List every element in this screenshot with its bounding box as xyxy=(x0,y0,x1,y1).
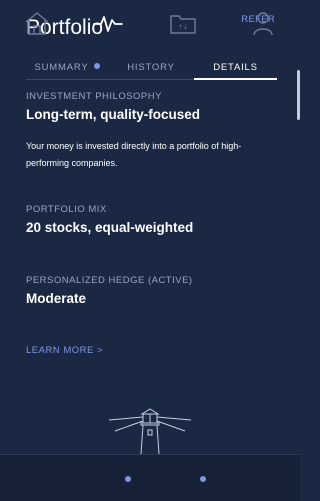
philosophy-label: INVESTMENT PHILOSOPHY xyxy=(26,91,162,102)
home-icon[interactable] xyxy=(22,10,52,36)
notification-dot xyxy=(93,63,100,69)
hedge-label: PERSONALIZED HEDGE (ACTIVE) xyxy=(26,275,193,286)
folder-icon[interactable]: ↑↓ xyxy=(168,10,198,36)
activity-notification-dot xyxy=(125,476,131,482)
profile-icon[interactable] xyxy=(248,10,278,36)
tab-history-label: HISTORY xyxy=(127,62,175,73)
portfolio-mix-value: 20 stocks, equal-weighted xyxy=(26,220,194,235)
scrollbar[interactable] xyxy=(297,70,300,120)
active-tab-indicator xyxy=(194,78,277,80)
folder-notification-dot xyxy=(200,476,206,482)
tab-summary[interactable]: SUMMARY xyxy=(26,62,108,80)
learn-more-link[interactable]: LEARN MORE > xyxy=(26,345,103,356)
bottom-nav xyxy=(0,454,300,501)
lighthouse-icon xyxy=(108,408,192,454)
portfolio-mix-label: PORTFOLIO MIX xyxy=(26,204,107,215)
transfer-icon: ↑↓ xyxy=(178,24,188,31)
philosophy-value: Long-term, quality-focused xyxy=(26,107,201,122)
philosophy-description: Your money is invested directly into a p… xyxy=(26,141,242,168)
tab-details-label: DETAILS xyxy=(213,62,258,73)
activity-icon[interactable] xyxy=(93,10,123,36)
tab-summary-label: SUMMARY xyxy=(34,62,89,73)
hedge-value: Moderate xyxy=(26,291,87,306)
tab-history[interactable]: HISTORY xyxy=(110,62,192,80)
